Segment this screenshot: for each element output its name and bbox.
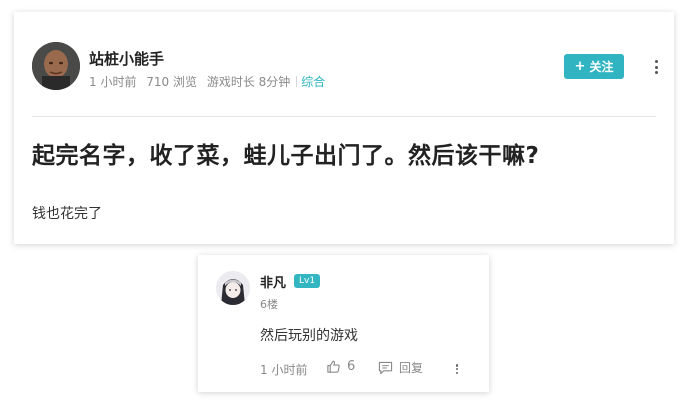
more-options-icon[interactable] [653, 60, 659, 74]
reply-button[interactable]: 回复 [378, 359, 423, 376]
reply-time: 1 小时前 [260, 363, 308, 377]
post-card: 站桩小能手 1 小时前 710 浏览 游戏时长 8分钟 综合 + 关注 起完名字，… [14, 12, 674, 244]
like-button[interactable]: 6 [326, 359, 355, 374]
author-name[interactable]: 站桩小能手 [89, 48, 164, 69]
comment-icon [378, 361, 393, 374]
plus-icon: + [574, 59, 586, 74]
view-count: 710 浏览 [146, 75, 198, 89]
meta-divider [296, 76, 298, 87]
post-meta: 1 小时前 710 浏览 游戏时长 8分钟 综合 [89, 73, 331, 90]
reply-author-name[interactable]: 非凡 [260, 272, 286, 291]
post-time: 1 小时前 [89, 75, 137, 89]
reply-more-options-icon[interactable] [454, 364, 460, 374]
level-badge: Lv1 [294, 274, 321, 288]
reply-card: 非凡 Lv1 6楼 然后玩别的游戏 1 小时前 6 回复 [198, 255, 489, 392]
like-count: 6 [347, 359, 356, 374]
post-title: 起完名字，收了菜，蛙儿子出门了。然后该干嘛? [32, 143, 540, 169]
reply-label: 回复 [399, 361, 424, 375]
category-link[interactable]: 综合 [301, 75, 325, 89]
divider [32, 116, 656, 117]
follow-button[interactable]: + 关注 [564, 54, 624, 79]
reply-author-avatar[interactable] [216, 271, 250, 305]
post-body: 钱也花完了 [32, 206, 102, 222]
thumbs-up-icon [327, 360, 340, 373]
reply-content: 然后玩别的游戏 [260, 328, 358, 344]
play-time: 游戏时长 8分钟 [206, 75, 291, 89]
author-avatar[interactable] [32, 42, 80, 90]
floor-number: 6楼 [260, 298, 278, 311]
follow-label: 关注 [589, 60, 614, 74]
